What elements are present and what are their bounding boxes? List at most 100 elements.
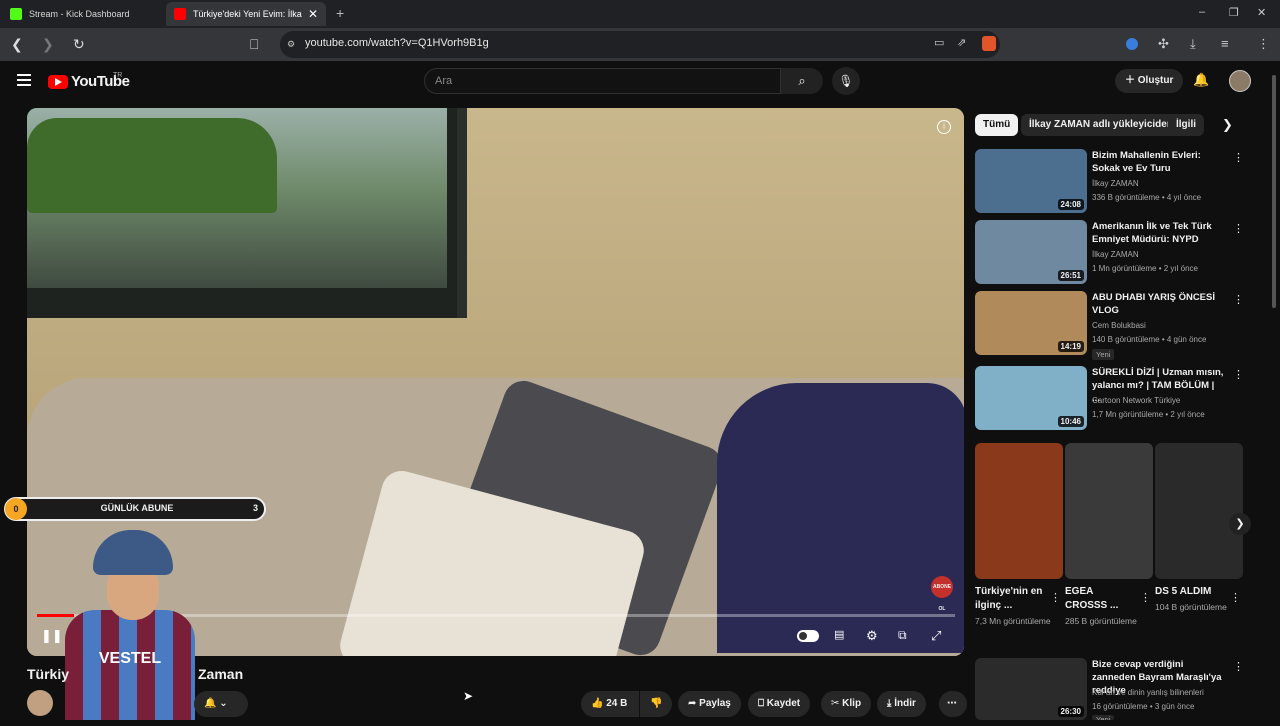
clip-button[interactable]: ✂ Klip xyxy=(821,691,872,717)
short-video[interactable]: Türkiye'nin en ilginç ... 7,3 Mn görüntü… xyxy=(975,443,1063,628)
playlist-icon[interactable]: ≡ xyxy=(1221,36,1229,51)
save-label: Kaydet xyxy=(766,698,801,709)
chips-next-icon[interactable]: ❯ xyxy=(1222,117,1233,133)
more-options-icon[interactable]: ⋮ xyxy=(1233,660,1244,673)
recommended-video[interactable]: 24:08 Bizim Mahallenin Evleri: Sokak ve … xyxy=(975,149,1245,217)
short-title[interactable]: EGEA CROSSS ... xyxy=(1065,585,1135,613)
more-options-icon[interactable]: ⋮ xyxy=(1233,151,1244,164)
subscribe-watermark[interactable]: ABONE OL xyxy=(931,576,953,612)
video-title: Türkiy Zaman xyxy=(27,666,243,682)
jersey-text: VESTEL xyxy=(98,650,162,667)
video-meta: 1,7 Mn görüntüleme • 2 yıl önce xyxy=(1092,410,1205,419)
close-window-button[interactable]: ✕ xyxy=(1257,6,1266,19)
tab-title: Stream - Kick Dashboard xyxy=(29,9,130,19)
channel-name[interactable]: Cem Bolukbasi xyxy=(1092,321,1146,330)
notifications-bell-icon[interactable]: 🔔 xyxy=(1193,72,1209,88)
tab-title: Türkiye'deki Yeni Evim: İlkay xyxy=(193,9,302,19)
new-badge: Yeni xyxy=(1092,349,1115,360)
save-button[interactable]: ⎕ Kaydet xyxy=(748,691,811,717)
video-thumbnail[interactable]: 26:51 xyxy=(975,220,1087,284)
brave-shield-icon[interactable] xyxy=(982,36,996,51)
more-options-icon[interactable]: ⋮ xyxy=(1233,293,1244,306)
chip-all[interactable]: Tümü xyxy=(975,114,1019,136)
recommended-video[interactable]: 14:19 ABU DHABI YARIŞ ÖNCESİ VLOG Cem Bo… xyxy=(975,291,1245,360)
extension-icon[interactable] xyxy=(1126,38,1138,50)
video-title[interactable]: Amerikanın İlk ve Tek Türk Emniyet Müdür… xyxy=(1092,220,1224,246)
short-title[interactable]: DS 5 ALDIM xyxy=(1155,585,1225,599)
channel-name[interactable]: Kur'an ve dinin yanlış bilinenleri xyxy=(1092,688,1204,697)
video-thumbnail[interactable]: 10:46 xyxy=(975,366,1087,430)
more-options-icon[interactable]: ⋮ xyxy=(1050,591,1061,604)
new-tab-button[interactable]: + xyxy=(336,5,344,21)
account-avatar[interactable] xyxy=(1229,70,1251,92)
create-button[interactable]: ＋ Oluştur xyxy=(1115,69,1184,93)
duration: 26:51 xyxy=(1057,270,1084,281)
channel-name[interactable]: İlkay ZAMAN xyxy=(1092,250,1139,259)
video-title[interactable]: ABU DHABI YARIŞ ÖNCESİ VLOG xyxy=(1092,291,1224,317)
back-icon[interactable]: ❮ xyxy=(11,36,23,53)
recommended-video[interactable]: 26:51 Amerikanın İlk ve Tek Türk Emniyet… xyxy=(975,220,1245,288)
tab-kick-dashboard[interactable]: Stream - Kick Dashboard xyxy=(2,2,166,26)
more-options-icon[interactable]: ⋮ xyxy=(1140,591,1151,604)
fullscreen-icon[interactable]: ⤢ xyxy=(931,628,941,644)
site-info-icon[interactable]: ⚙ xyxy=(287,39,295,50)
tab-youtube-video[interactable]: Türkiye'deki Yeni Evim: İlkay ✕ xyxy=(166,2,326,26)
video-thumbnail[interactable]: 24:08 xyxy=(975,149,1087,213)
short-thumbnail[interactable] xyxy=(975,443,1063,579)
video-meta: 336 B görüntüleme • 4 yıl önce xyxy=(1092,193,1202,202)
search-icon[interactable]: ⌕ xyxy=(781,68,823,94)
video-title[interactable]: Bizim Mahallenin Evleri: Sokak ve Ev Tur… xyxy=(1092,149,1224,175)
like-count: 24 B xyxy=(606,698,628,709)
downloads-icon[interactable]: ⤓ xyxy=(1190,36,1196,52)
info-icon[interactable]: i xyxy=(937,120,951,134)
microphone-icon[interactable]: 🎙 xyxy=(832,67,860,95)
video-scene-window xyxy=(27,108,467,318)
short-thumbnail[interactable] xyxy=(1065,443,1153,579)
recommended-video[interactable]: 10:46 SÜREKLİ DİZİ | Uzman mısın, yalanc… xyxy=(975,366,1245,434)
url-text[interactable]: youtube.com/watch?v=Q1HVorh9B1g xyxy=(305,37,489,49)
shorts-next-icon[interactable]: ❯ xyxy=(1229,513,1251,535)
search-input[interactable]: Ara xyxy=(424,68,781,94)
share-button[interactable]: ➦ Paylaş xyxy=(678,691,741,717)
video-title-end: Zaman xyxy=(198,666,244,682)
short-video[interactable]: EGEA CROSSS ... 285 B görüntüleme ⋮ xyxy=(1065,443,1153,628)
video-thumbnail[interactable]: 14:19 xyxy=(975,291,1087,355)
reload-icon[interactable]: ↻ xyxy=(73,36,85,53)
cast-icon[interactable]: ▭ xyxy=(934,36,944,49)
chip-related[interactable]: İlgili xyxy=(1168,114,1204,136)
more-options-icon[interactable]: ⋮ xyxy=(1233,222,1244,235)
miniplayer-icon[interactable]: ⧉ xyxy=(898,628,907,643)
settings-gear-icon[interactable]: ⚙ xyxy=(866,628,878,644)
more-options-icon[interactable]: ⋮ xyxy=(1233,368,1244,381)
video-scene-person xyxy=(717,383,964,653)
dislike-icon[interactable]: 👎 xyxy=(640,691,672,717)
bookmark-icon[interactable]: ⎕ xyxy=(250,36,258,53)
minimize-button[interactable]: – xyxy=(1199,6,1205,18)
more-actions-icon[interactable]: ⋯ xyxy=(939,691,967,717)
video-thumbnail[interactable]: 26:30 xyxy=(975,658,1087,720)
like-button[interactable]: 👍 24 B xyxy=(581,691,639,717)
more-options-icon[interactable]: ⋮ xyxy=(1230,591,1241,604)
subtitles-icon[interactable]: ▤ xyxy=(834,628,844,641)
share-page-icon[interactable]: ⇗ xyxy=(957,36,966,49)
pause-icon[interactable]: ❚❚ xyxy=(41,628,63,644)
channel-name[interactable]: Cartoon Network Türkiye xyxy=(1092,396,1180,405)
video-title-start: Türkiy xyxy=(27,666,70,682)
chip-from-uploader[interactable]: İlkay ZAMAN adlı yükleyiciden xyxy=(1021,114,1181,136)
duration: 14:19 xyxy=(1057,341,1084,352)
overlay-label: GÜNLÜK ABUNE xyxy=(100,503,174,513)
forward-icon[interactable]: ❯ xyxy=(42,36,54,53)
autoplay-toggle[interactable] xyxy=(797,630,819,642)
short-title[interactable]: Türkiye'nin en ilginç ... xyxy=(975,585,1045,613)
channel-avatar[interactable] xyxy=(27,690,53,716)
page-scrollbar[interactable] xyxy=(1272,75,1276,308)
maximize-button[interactable]: ❐ xyxy=(1229,6,1239,19)
close-tab-icon[interactable]: ✕ xyxy=(308,7,318,21)
short-thumbnail[interactable] xyxy=(1155,443,1243,579)
hamburger-menu-icon[interactable] xyxy=(17,74,31,89)
extensions-puzzle-icon[interactable]: ✣ xyxy=(1158,36,1169,52)
notification-bell-button[interactable]: 🔔 ⌄ xyxy=(194,691,248,717)
download-button[interactable]: ⤓ İndir xyxy=(877,691,926,717)
channel-name[interactable]: İlkay ZAMAN xyxy=(1092,179,1139,188)
browser-menu-icon[interactable]: ⋮ xyxy=(1257,36,1270,52)
